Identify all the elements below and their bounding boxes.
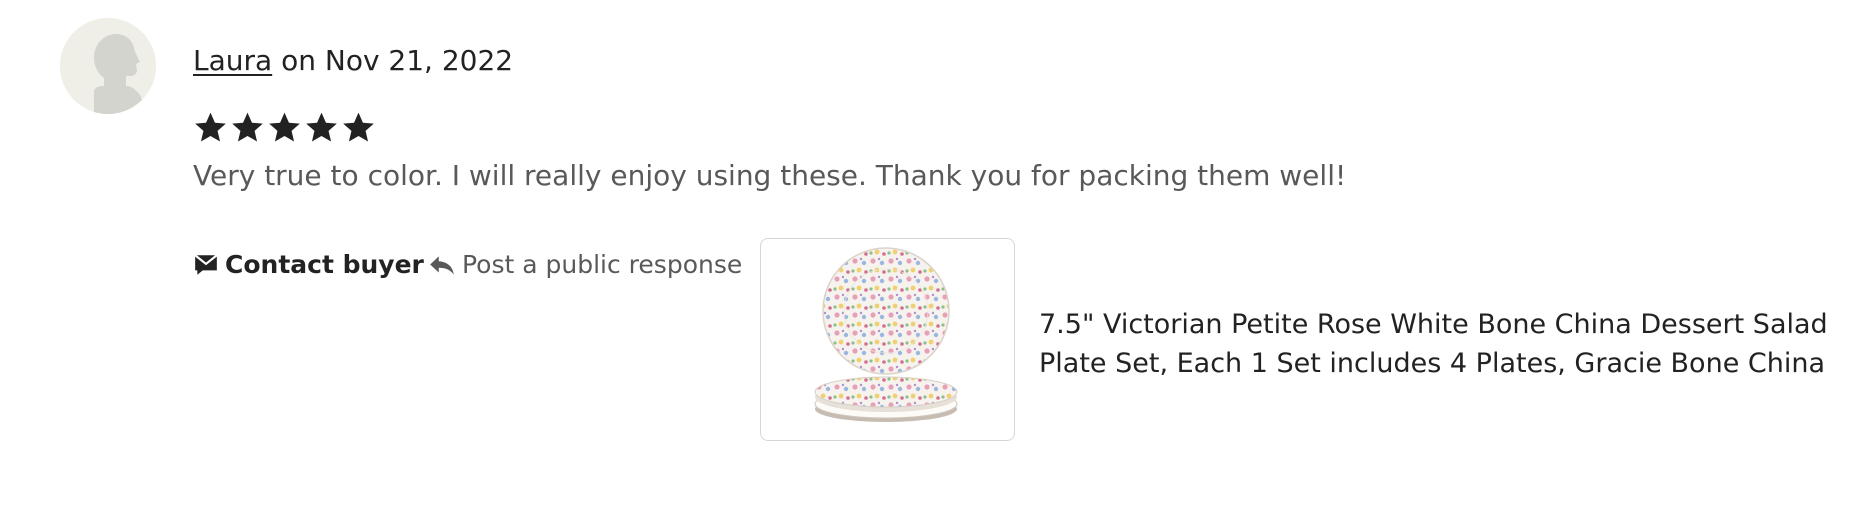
reply-arrow-icon [430, 255, 454, 275]
post-public-response-label: Post a public response [462, 250, 743, 279]
contact-buyer-label: Contact buyer [225, 250, 424, 279]
review-date: on Nov 21, 2022 [281, 44, 514, 77]
floral-plates-image [814, 247, 958, 422]
avatar [60, 18, 156, 114]
author-link[interactable]: Laura [193, 44, 272, 77]
star-icon [232, 112, 263, 142]
product-title-line: Plate Set, Each 1 Set includes 4 Plates,… [1039, 348, 1826, 379]
contact-buyer-button[interactable]: Contact buyer [193, 250, 424, 279]
product-thumbnail[interactable] [760, 238, 1015, 441]
star-icon [269, 112, 300, 142]
review-header: Laura on Nov 21, 2022 [193, 43, 513, 79]
star-icon [195, 112, 226, 142]
message-icon [194, 253, 218, 275]
review-text: Very true to color. I will really enjoy … [193, 159, 1347, 192]
product-title-link[interactable]: 7.5" Victorian Petite Rose White Bone Ch… [1039, 305, 1839, 383]
product-title-line: 7.5" Victorian Petite Rose White Bone Ch… [1039, 309, 1828, 340]
star-rating [193, 110, 376, 145]
default-user-avatar-icon [60, 18, 156, 114]
post-public-response-button[interactable]: Post a public response [428, 250, 742, 279]
star-icon [306, 112, 337, 142]
star-icon [343, 112, 374, 142]
